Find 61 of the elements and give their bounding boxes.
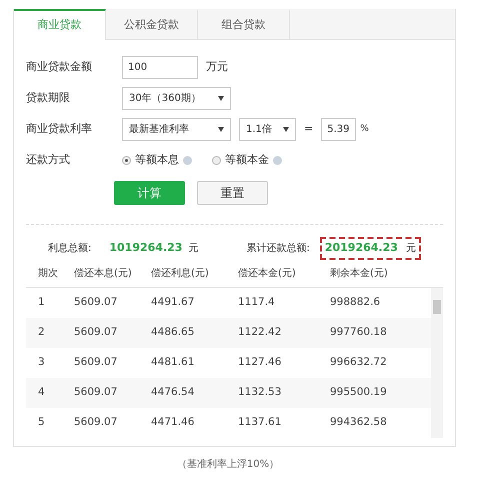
amount-field[interactable]: 100 [122,56,198,79]
table-cell-text: 1 [37,294,46,310]
radio-button[interactable] [212,156,221,165]
table-cell-text: 1122.42 [238,324,282,340]
table-cell-text: 4481.61 [151,354,196,370]
caption: （基准利率上浮10%） [176,458,280,472]
field-label: 商业贷款利率 [26,121,93,138]
column-header: 剩余本金(元) [330,266,389,280]
unit-label: 元 [188,242,198,256]
table-cell-text: 5609.07 [73,294,118,310]
column-header: 偿还本金(元) [238,266,297,280]
radio-button[interactable] [122,156,131,165]
multiplier-select[interactable]: 1.1倍 [239,118,296,141]
field-label: 商业贷款金额 [26,59,93,76]
field-label: 还款方式 [26,152,71,168]
field-label: 贷款期限 [26,90,71,106]
scrollbar[interactable] [431,288,443,438]
column-header: 偿还本息(元) [73,266,133,280]
table-cell-text: 5609.07 [73,324,118,340]
rate-field[interactable]: 5.39 [321,118,356,141]
table-cell-text: 4491.67 [151,294,196,310]
column-header: 期次 [37,266,59,280]
help-icon[interactable] [183,156,192,165]
table-cell-text: 1127.46 [238,354,282,370]
unit-label: % [360,122,369,136]
table-cell-text: 5609.07 [73,414,118,430]
option-label: 等额本金 [225,152,269,168]
table-cell-text: 995500.19 [330,384,388,400]
unit-label: 万元 [206,59,228,76]
unit-label: 元 [406,242,416,256]
term-select[interactable]: 30年（360期） [122,87,231,110]
table-cell-text: 5609.07 [73,384,118,400]
caret-icon [218,127,224,132]
table-cell-text: 2 [37,324,46,340]
table-cell-text: 1137.61 [238,414,282,430]
equals-sign: = [304,121,314,138]
summary-value: 2019264.23 [324,240,398,256]
summary-label: 利息总额: [48,242,92,256]
help-icon[interactable] [273,156,282,165]
table-cell-text: 3 [37,354,46,370]
table-cell-text: 1117.4 [238,294,276,310]
column-header: 偿还利息(元) [151,266,210,280]
table-cell-text: 4486.65 [151,324,196,340]
rate-select[interactable]: 最新基准利率 [122,118,231,141]
table-cell-text: 996632.72 [330,354,388,370]
table-cell-text: 4471.46 [151,414,196,430]
table-cell-text: 994362.58 [330,414,388,430]
table-cell-text: 5 [37,414,46,430]
scrollbar-thumb[interactable] [433,300,441,314]
table-cell-text: 4476.54 [151,384,196,400]
summary-label: 累计还款总额: [246,242,310,256]
table-cell-text: 4 [37,384,46,400]
summary-value: 1019264.23 [109,240,182,256]
option-label: 等额本息 [135,152,179,168]
table-cell-text: 5609.07 [73,354,118,370]
table-cell-text: 998882.6 [330,294,382,310]
caret-icon [218,96,224,101]
table-cell-text: 997760.18 [330,324,388,340]
caret-icon [283,127,289,132]
table-cell-text: 1132.53 [238,384,282,400]
reset-button[interactable]: 重置 [197,181,268,205]
